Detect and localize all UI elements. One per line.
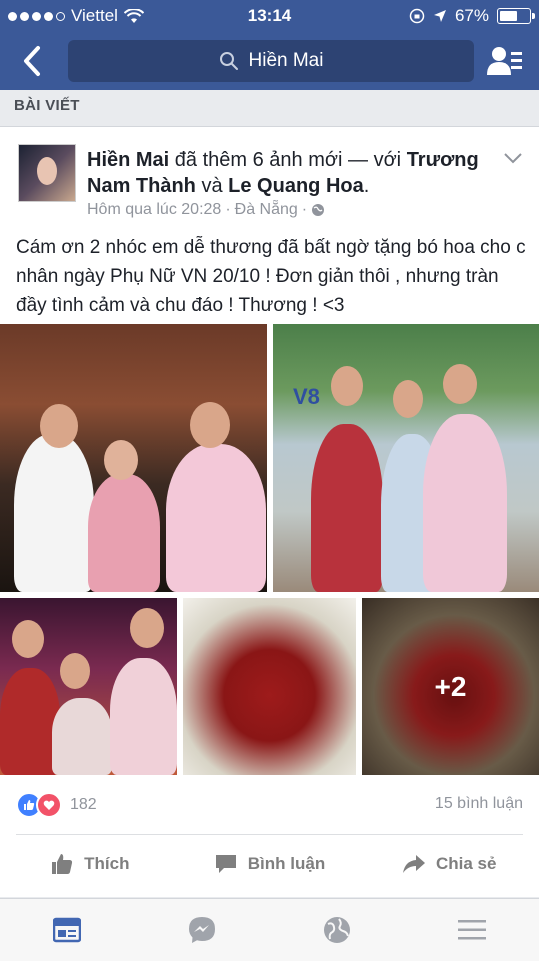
battery-icon xyxy=(497,8,535,24)
avatar[interactable] xyxy=(18,144,76,202)
thumbs-up-icon xyxy=(52,854,73,874)
post-timestamp[interactable]: Hôm qua lúc 20:28 xyxy=(87,201,221,219)
author-name[interactable]: Hiền Mai xyxy=(87,149,169,171)
tab-notifications[interactable] xyxy=(270,899,405,961)
comment-count[interactable]: 15 bình luận xyxy=(435,795,523,813)
more-photos-count: +2 xyxy=(434,670,467,702)
news-feed-icon xyxy=(53,917,82,943)
post-header: Hiền Mai đã thêm 6 ảnh mới — với Trương … xyxy=(87,149,479,197)
tagged-person-2[interactable]: Le Quang Hoa xyxy=(228,175,364,197)
like-button[interactable]: Thích xyxy=(0,835,180,893)
post-photo-3[interactable] xyxy=(0,598,177,775)
tab-menu[interactable] xyxy=(404,899,539,961)
messenger-icon xyxy=(189,917,216,943)
post-card: Hiền Mai đã thêm 6 ảnh mới — với Trương … xyxy=(0,126,539,897)
section-title: BÀI VIẾT xyxy=(14,97,80,114)
share-button[interactable]: Chia sẻ xyxy=(359,835,539,893)
comment-icon xyxy=(215,855,236,873)
location-icon xyxy=(433,10,446,22)
status-bar: Viettel 13:14 67% xyxy=(0,0,539,32)
post-photo-5[interactable]: +2 xyxy=(362,598,539,775)
chevron-left-icon[interactable] xyxy=(18,44,48,78)
reactions-summary[interactable]: 182 xyxy=(16,792,97,818)
post-photo-4[interactable] xyxy=(183,598,356,775)
menu-icon xyxy=(457,920,486,940)
photo-sign-text: V8 xyxy=(293,384,320,409)
comment-button[interactable]: Bình luận xyxy=(180,835,360,893)
section-header: BÀI VIẾT xyxy=(0,90,539,126)
tab-bar xyxy=(0,898,539,961)
post-text: Cám ơn 2 nhóc em dễ thương đã bất ngờ tặ… xyxy=(16,237,526,316)
globe-icon xyxy=(312,204,325,216)
post-photo-1[interactable] xyxy=(0,324,267,592)
globe-icon xyxy=(323,917,350,943)
friend-requests-icon[interactable] xyxy=(487,45,523,77)
reaction-count: 182 xyxy=(70,796,97,813)
post-photo-2[interactable]: V8 xyxy=(273,324,539,592)
more-photos-overlay[interactable]: +2 xyxy=(362,598,539,775)
tab-news-feed[interactable] xyxy=(0,899,135,961)
share-icon xyxy=(402,855,425,873)
heart-icon xyxy=(36,792,62,818)
navigation-bar: Hiền Mai xyxy=(0,32,539,90)
post-actions: Thích Bình luận Chia sẻ xyxy=(0,835,539,893)
chevron-down-icon[interactable] xyxy=(503,151,523,165)
rotation-lock-icon xyxy=(409,8,425,24)
search-query: Hiền Mai xyxy=(248,50,324,71)
battery-percent: 67% xyxy=(454,6,489,25)
post-location[interactable]: Đà Nẵng xyxy=(235,201,298,219)
post-meta: Hôm qua lúc 20:28 · Đà Nẵng · xyxy=(87,201,325,219)
search-input[interactable]: Hiền Mai xyxy=(68,40,474,82)
tab-messenger[interactable] xyxy=(135,899,270,961)
search-icon xyxy=(219,52,238,70)
